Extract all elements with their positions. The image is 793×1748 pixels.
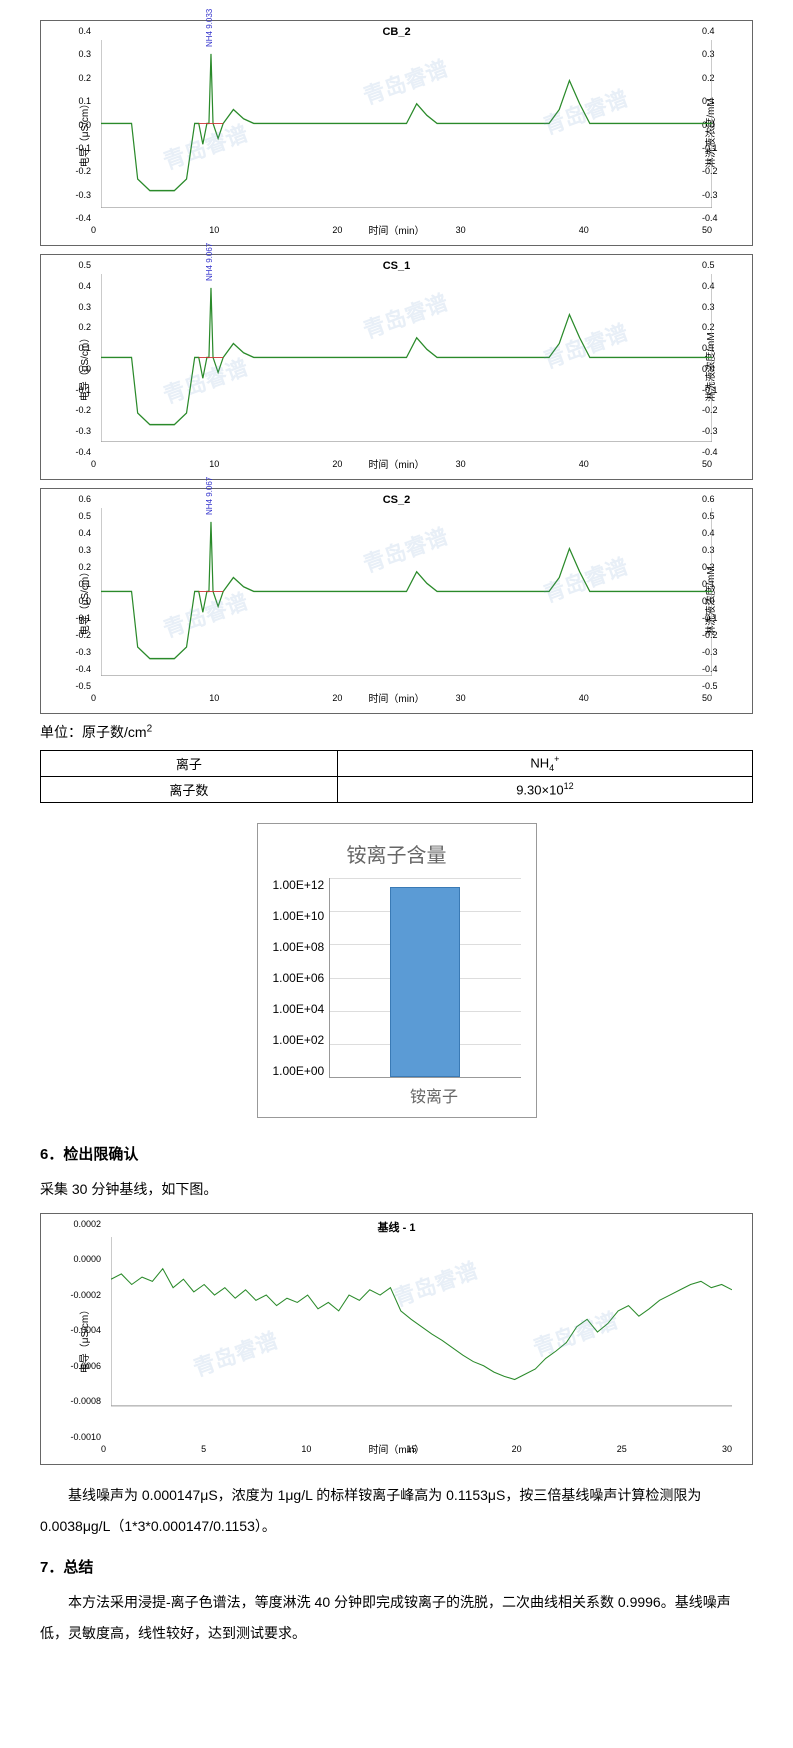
bar-chart-yticks: 1.00E+121.00E+101.00E+081.00E+061.00E+04…: [273, 878, 330, 1078]
baseline-yticks: 0.00020.0000-0.0002-0.0004-0.0006-0.0008…: [66, 1219, 101, 1442]
chrom-yticks-left: 0.60.50.40.30.20.10.0-0.1-0.2-0.3-0.4-0.…: [66, 494, 91, 691]
chrom-title: CS_1: [51, 260, 742, 272]
chrom-title: CS_2: [51, 494, 742, 506]
section6-intro: 采集 30 分钟基线，如下图。: [40, 1174, 753, 1205]
peak-label: NH4 9.033: [205, 9, 214, 47]
baseline-chart: 基线 - 1 电导（μS/cm） 0.00020.0000-0.0002-0.0…: [40, 1213, 753, 1465]
section6-para: 基线噪声为 0.000147μS，浓度为 1μg/L 的标样铵离子峰高为 0.1…: [40, 1480, 753, 1542]
count-value: 9.30×1012: [337, 777, 752, 803]
chrom-xticks: 01020304050: [91, 225, 712, 235]
chrom-xticks: 01020304050: [91, 459, 712, 469]
chromatogram-CS_2: CS_2 电导（μS/cm） 淋洗液浓度/mM 0.60.50.40.30.20…: [40, 488, 753, 714]
peak-label: NH4 9.067: [205, 477, 214, 515]
bar-chart-xlabel: 铵离子: [348, 1083, 521, 1107]
chrom-yticks-left: 0.40.30.20.10.0-0.1-0.2-0.3-0.4: [66, 26, 91, 223]
ion-table: 离子 NH4+ 离子数 9.30×1012: [40, 750, 753, 803]
unit-line: 单位：原子数/cm2: [40, 722, 753, 742]
chrom-yticks-left: 0.50.40.30.20.10.0-0.1-0.2-0.3-0.4: [66, 260, 91, 457]
bar-chart-title: 铵离子含量: [273, 839, 521, 868]
section6-heading: 6．检出限确认: [40, 1143, 753, 1164]
baseline-title: 基线 - 1: [51, 1219, 742, 1235]
section7-para: 本方法采用浸提-离子色谱法，等度淋洗 40 分钟即完成铵离子的洗脱，二次曲线相关…: [40, 1587, 753, 1649]
bar-chart-plot: [329, 878, 520, 1078]
section7-heading: 7．总结: [40, 1556, 753, 1577]
count-header: 离子数: [41, 777, 338, 803]
bar-chart: 铵离子含量 1.00E+121.00E+101.00E+081.00E+061.…: [257, 823, 537, 1118]
peak-label: NH4 9.067: [205, 243, 214, 281]
chromatogram-CS_1: CS_1 电导（μS/cm） 淋洗液浓度/mM 0.50.40.30.20.10…: [40, 254, 753, 480]
bar-chart-bar: [390, 887, 460, 1077]
chrom-title: CB_2: [51, 26, 742, 38]
ion-header: 离子: [41, 751, 338, 777]
chromatogram-CB_2: CB_2 电导（μS/cm） 淋洗液浓度/mM 0.40.30.20.10.0-…: [40, 20, 753, 246]
chrom-xticks: 01020304050: [91, 693, 712, 703]
baseline-xticks: 051015202530: [101, 1444, 732, 1454]
ion-name: NH4+: [337, 751, 752, 777]
